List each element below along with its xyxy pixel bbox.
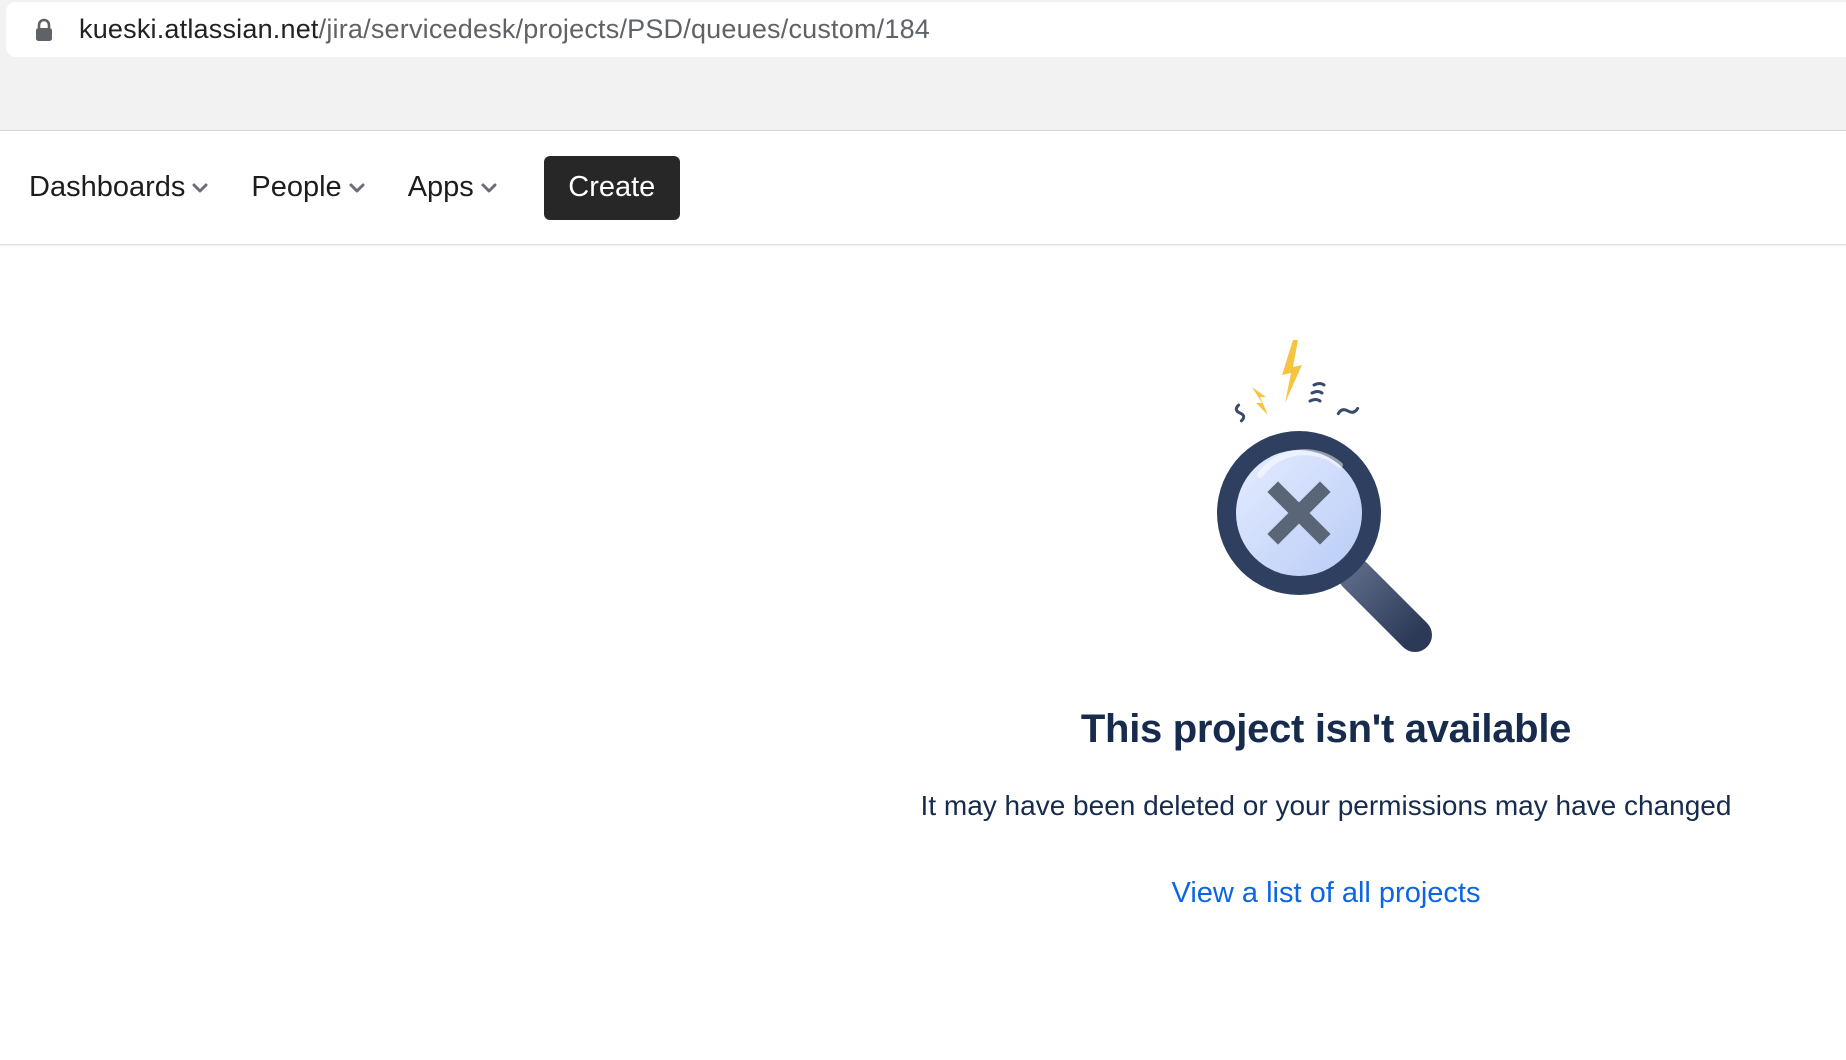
magnifier-x-icon [1190, 335, 1470, 665]
browser-chrome: kueski.atlassian.net/jira/servicedesk/pr… [0, 0, 1846, 131]
url-path: /jira/servicedesk/projects/PSD/queues/cu… [318, 14, 931, 44]
page-title: This project isn't available [1080, 707, 1572, 751]
url-domain: kueski.atlassian.net [79, 14, 319, 44]
top-navigation: Dashboards People Apps Create [0, 131, 1846, 245]
view-all-projects-link[interactable]: View a list of all projects [880, 877, 1772, 910]
create-button[interactable]: Create [543, 155, 680, 220]
chevron-down-icon [480, 178, 500, 198]
nav-item-dashboards[interactable]: Dashboards [25, 156, 215, 220]
nav-item-apps[interactable]: Apps [404, 156, 504, 220]
chevron-down-icon [348, 178, 368, 198]
nav-item-label: Dashboards [29, 171, 186, 203]
lock-icon[interactable] [29, 15, 59, 45]
nav-item-label: Apps [407, 171, 474, 203]
url-text[interactable]: kueski.atlassian.net/jira/servicedesk/pr… [79, 14, 930, 45]
empty-state-description: It may have been deleted or your permiss… [920, 790, 1732, 821]
chevron-down-icon [191, 178, 211, 198]
nav-item-people[interactable]: People [247, 156, 371, 220]
nav-item-label: People [251, 171, 342, 203]
address-bar[interactable]: kueski.atlassian.net/jira/servicedesk/pr… [6, 2, 1846, 57]
